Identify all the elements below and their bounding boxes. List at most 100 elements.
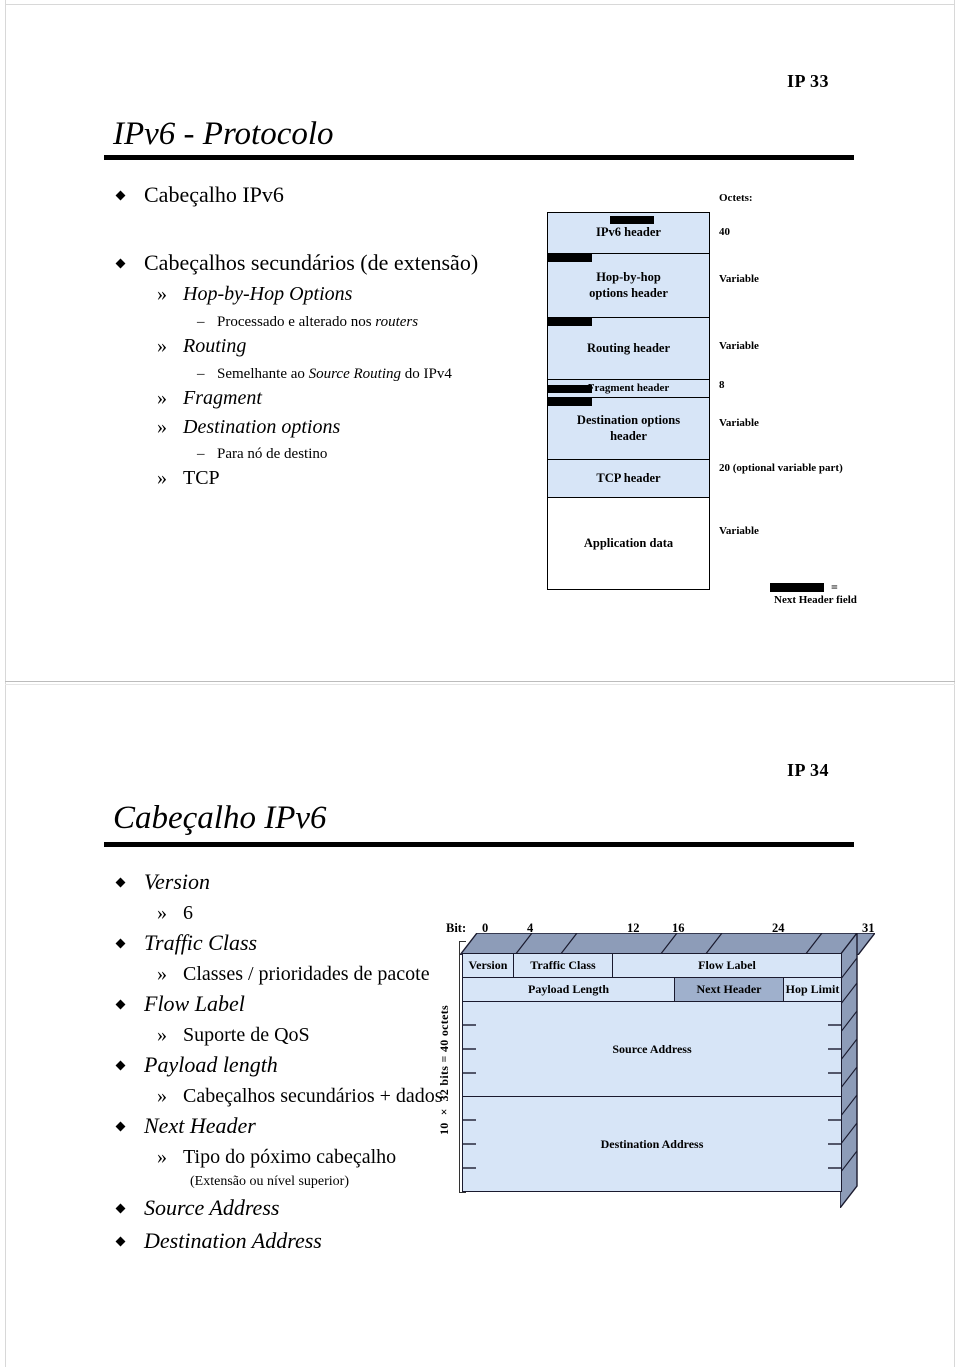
stack-row-tcp-header: TCP header (547, 458, 710, 499)
guillemet-bullet-icon: » (157, 387, 167, 409)
slide-ip-33: IP 33 IPv6 - Protocolo Cabeçalho IPv6 Ca… (0, 0, 960, 681)
bullet-text: Next Header (144, 1113, 256, 1138)
bullet-item: Source Address (115, 1195, 279, 1221)
bullet-text: Traffic Class (144, 930, 258, 955)
bullet-item: » Fragment (157, 387, 262, 410)
bullet-text: Flow Label (144, 991, 245, 1016)
bullet-item: (Extensão ou nível superior) (190, 1174, 349, 1190)
header-field-next-header: Next Header (674, 977, 784, 1002)
bullet-text: (Extensão ou nível superior) (190, 1174, 350, 1189)
stack-row-routing-header: Routing header (547, 317, 710, 380)
stack-row-label: Application data (583, 535, 674, 550)
next-header-marker-icon (610, 216, 654, 224)
bullet-item: » 6 (157, 902, 193, 925)
guillemet-bullet-icon: » (157, 1085, 167, 1107)
bullet-text: Cabeçalhos secundários (de extensão) (144, 250, 479, 275)
title-underline (104, 842, 854, 847)
octets-value: Variable (719, 273, 759, 285)
bullet-text: Routing (183, 335, 247, 357)
diamond-bullet-icon (115, 1236, 126, 1247)
stack-row-label: Destination options header (576, 412, 681, 443)
ipv6-header-stack-diagram: IPv6 header Hop-by-hop options header Ro… (547, 212, 710, 590)
guillemet-bullet-icon: » (157, 335, 167, 357)
bullet-text: Suporte de QoS (183, 1024, 310, 1046)
next-header-marker-icon (547, 398, 592, 406)
bullet-text: Processado e alterado nos (217, 314, 376, 330)
bullet-item: Cabeçalho IPv6 (115, 182, 284, 208)
bullet-text: Version (144, 869, 210, 894)
legend-caption: Next Header field (774, 594, 857, 606)
stack-row-label: TCP header (596, 470, 661, 485)
field-label: Payload Length (527, 982, 609, 996)
header-3d-top-face-icon (460, 933, 875, 955)
bullet-text-tail: do IPv4 (400, 366, 452, 382)
bullet-item: » Classes / prioridades de pacote (157, 963, 430, 986)
bullet-item: » Routing (157, 335, 246, 358)
slide-divider (5, 681, 955, 682)
guillemet-bullet-icon: » (157, 467, 167, 489)
octets-value: Variable (719, 525, 759, 537)
bullet-text: Para nó de destino (217, 446, 328, 462)
diamond-bullet-icon (115, 258, 126, 269)
header-field-flow-label: Flow Label (612, 953, 842, 978)
bullet-item: Flow Label (115, 991, 245, 1017)
stack-row-label: Routing header (587, 340, 670, 355)
bullet-item: Next Header (115, 1113, 256, 1139)
stack-row-hop-by-hop: Hop-by-hop options header (547, 252, 710, 319)
diamond-bullet-icon (115, 1121, 126, 1132)
bullet-item: » TCP (157, 467, 220, 490)
guillemet-bullet-icon: » (157, 902, 167, 924)
bullet-item: » Suporte de QoS (157, 1024, 310, 1047)
octets-value: 8 (719, 379, 725, 391)
bullet-text: Destination options (183, 416, 341, 438)
guillemet-bullet-icon: » (157, 416, 167, 438)
bullet-item: Version (115, 869, 210, 895)
bullet-text: Fragment (183, 387, 262, 409)
dash-bullet-icon: – (197, 366, 205, 382)
bullet-item: – Processado e alterado nos routers (197, 314, 418, 331)
header-field-version: Version (462, 953, 514, 978)
field-label: Version (468, 958, 508, 972)
bullet-text-emphasis: routers (375, 314, 419, 330)
bullet-text: Destination Address (144, 1228, 322, 1253)
stack-row-label: Fragment header (587, 381, 670, 394)
bullet-text: Semelhante ao (217, 366, 309, 382)
octets-value: Variable (719, 417, 759, 429)
diamond-bullet-icon (115, 877, 126, 888)
stack-row-label: Hop-by-hop options header (589, 269, 668, 300)
field-label: Flow Label (698, 958, 756, 972)
header-field-payload-length: Payload Length (462, 977, 675, 1002)
next-header-legend-swatch-icon (770, 583, 824, 592)
bullet-text: Cabeçalhos secundários + dados (183, 1085, 443, 1107)
guillemet-bullet-icon: » (157, 283, 167, 305)
octet-span-label: 10 × 32 bits = 40 octets (437, 1005, 451, 1136)
slide-title: Cabeçalho IPv6 (113, 800, 327, 836)
diamond-bullet-icon (115, 1060, 126, 1071)
header-field-traffic-class: Traffic Class (513, 953, 613, 978)
bullet-item: Destination Address (115, 1228, 322, 1254)
slides-page: IP 33 IPv6 - Protocolo Cabeçalho IPv6 Ca… (0, 0, 960, 1367)
field-label: Hop Limit (785, 982, 840, 996)
bullet-text: Payload length (144, 1052, 278, 1077)
slide-number-label: IP 33 (787, 71, 830, 91)
slide-number-label: IP 34 (787, 760, 830, 780)
next-header-marker-icon (547, 384, 592, 393)
bullet-text-emphasis: Source Routing (308, 366, 401, 382)
header-field-hop-limit: Hop Limit (783, 977, 842, 1002)
bullet-text: TCP (183, 467, 220, 489)
bullet-text: Hop-by-Hop Options (183, 283, 353, 305)
octets-value: 40 (719, 226, 730, 238)
bullet-item: » Cabeçalhos secundários + dados (157, 1085, 443, 1108)
bullet-item: – Semelhante ao Source Routing do IPv4 (197, 366, 452, 383)
word-boundary-ticks-icon (462, 1024, 842, 1169)
bullet-text: Cabeçalho IPv6 (144, 182, 284, 207)
title-underline (104, 155, 854, 160)
guillemet-bullet-icon: » (157, 1146, 167, 1168)
stack-row-destination-options: Destination options header (547, 397, 710, 460)
stack-row-fragment-header: Fragment header (547, 378, 710, 399)
bullet-item: Traffic Class (115, 930, 258, 956)
octets-value: 20 (optional variable part) (719, 462, 843, 474)
slide-title: IPv6 - Protocolo (113, 116, 334, 152)
header-3d-right-face-icon (840, 933, 858, 1208)
next-header-marker-icon (547, 253, 592, 262)
